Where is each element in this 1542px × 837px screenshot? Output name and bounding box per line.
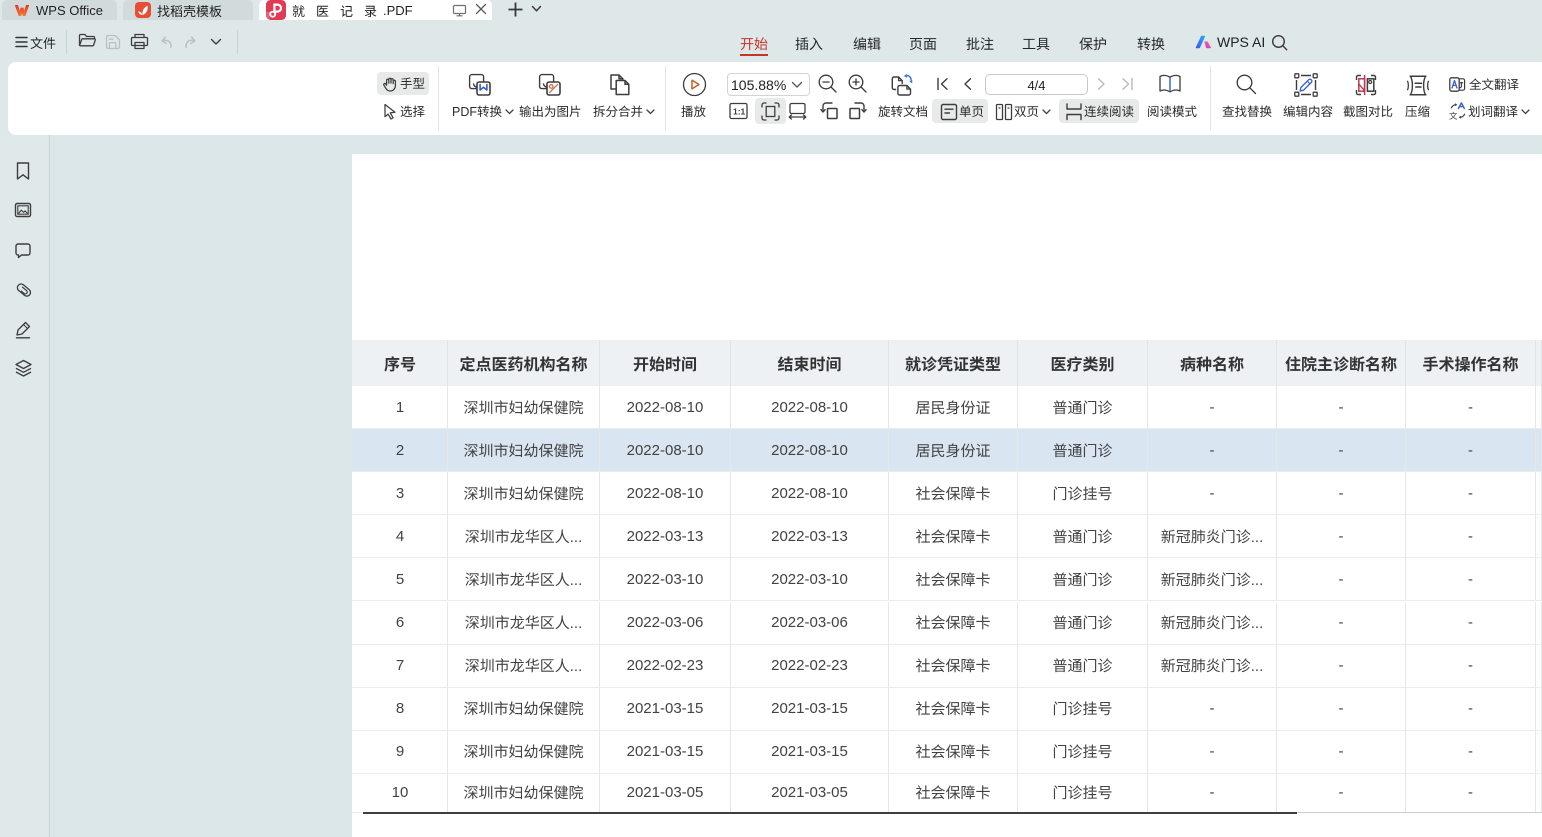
- svg-text:1:1: 1:1: [733, 107, 746, 117]
- svg-text:文: 文: [1449, 110, 1458, 120]
